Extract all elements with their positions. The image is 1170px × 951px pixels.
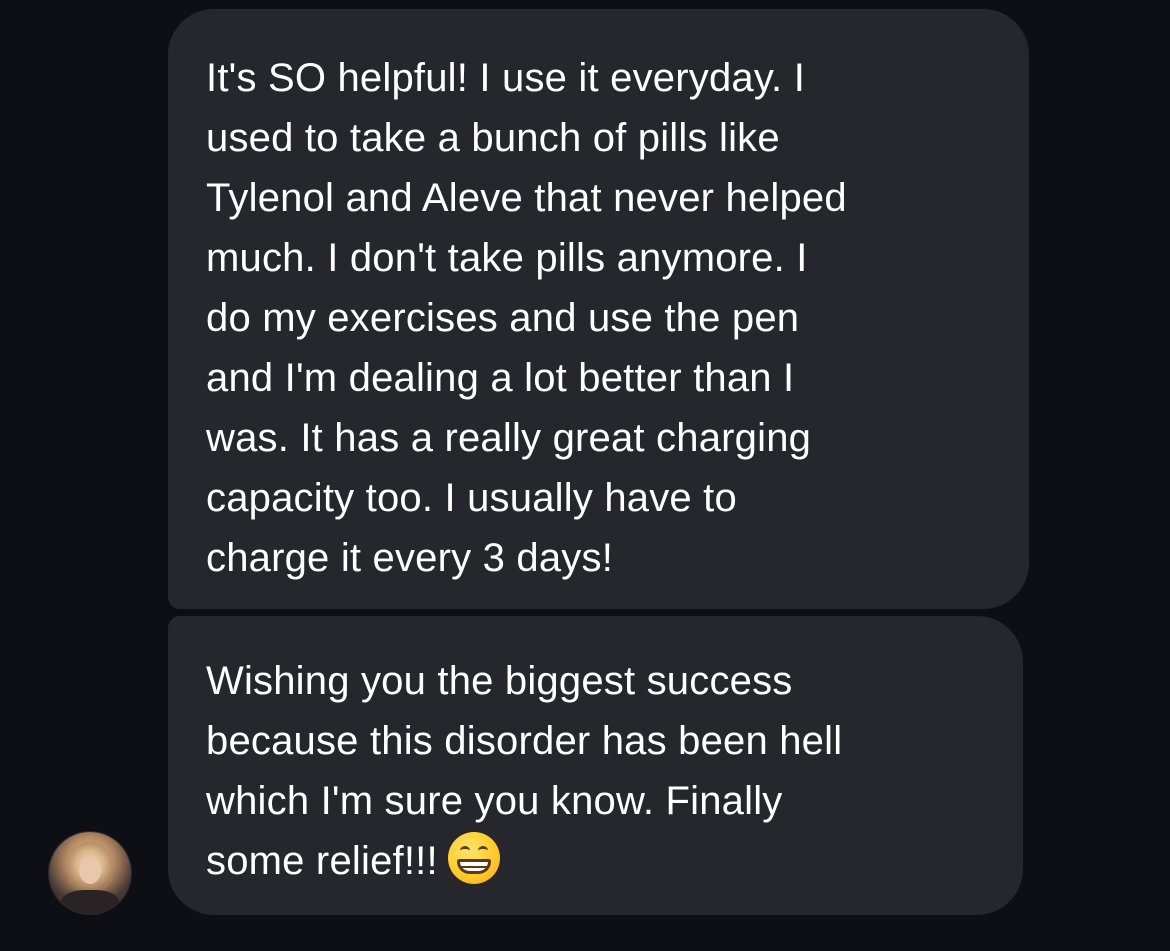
message-line: It's SO helpful! I use it everyday. I	[206, 56, 806, 100]
message-line: much. I don't take pills anymore. I	[206, 236, 808, 280]
message-line: Wishing you the biggest success	[206, 659, 793, 703]
message-last-line: some relief!!!	[206, 831, 993, 891]
sender-avatar[interactable]	[49, 832, 131, 914]
message-line: used to take a bunch of pills like	[206, 116, 780, 160]
message-line: capacity too. I usually have to	[206, 476, 737, 520]
message-thread: It's SO helpful! I use it everyday. I us…	[0, 0, 1170, 951]
message-line: do my exercises and use the pen	[206, 296, 800, 340]
message-line: Tylenol and Aleve that never helped	[206, 176, 847, 220]
message-line: because this disorder has been hell	[206, 719, 843, 763]
message-line: and I'm dealing a lot better than I	[206, 356, 795, 400]
message-line: was. It has a really great charging	[206, 416, 812, 460]
message-bubble[interactable]: It's SO helpful! I use it everyday. I us…	[168, 9, 1029, 609]
message-line: which I'm sure you know. Finally	[206, 779, 783, 823]
grinning-face-emoji-icon	[447, 832, 500, 884]
message-line-text: some relief!!!	[206, 839, 438, 883]
message-line: charge it every 3 days!	[206, 536, 614, 580]
message-bubble[interactable]: Wishing you the biggest success because …	[168, 616, 1023, 915]
